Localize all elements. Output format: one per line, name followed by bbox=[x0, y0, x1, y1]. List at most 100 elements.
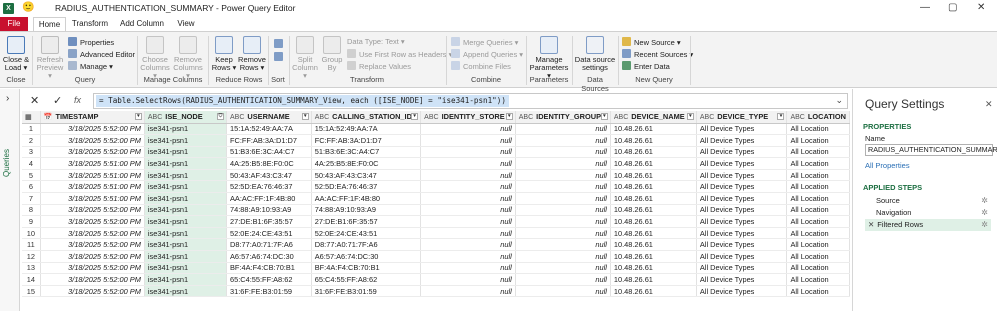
table-row[interactable]: 14 3/18/2025 5:52:00 PM ise341-psn1 65:C4:5… bbox=[22, 273, 850, 286]
cell-username[interactable]: 51:B3:6E:3C:A4:C7 bbox=[226, 146, 312, 159]
cell-timestamp[interactable]: 3/18/2025 5:52:00 PM bbox=[40, 123, 145, 136]
properties-section-header[interactable]: PROPERTIES bbox=[863, 122, 911, 131]
cell-identity-group[interactable]: null bbox=[515, 238, 611, 252]
column-filter-dropdown-icon[interactable]: ▾ bbox=[411, 113, 419, 120]
cell-device-type[interactable]: All Device Types bbox=[696, 238, 788, 252]
row-number[interactable]: 6 bbox=[22, 180, 41, 194]
cell-location[interactable]: All Location bbox=[786, 262, 850, 275]
cell-timestamp[interactable]: 3/18/2025 5:52:00 PM bbox=[40, 227, 145, 240]
row-number[interactable]: 7 bbox=[22, 192, 41, 205]
cell-location[interactable]: All Location bbox=[786, 123, 850, 136]
cell-identity-group[interactable]: null bbox=[515, 227, 611, 240]
table-row[interactable]: 7 3/18/2025 5:51:00 PM ise341-psn1 AA:AC:FF… bbox=[22, 192, 850, 205]
step-settings-gear-icon[interactable]: ✲ bbox=[981, 219, 988, 231]
cell-username[interactable]: A6:57:A6:74:DC:30 bbox=[226, 250, 312, 263]
column-filter-dropdown-icon[interactable]: ▾ bbox=[777, 113, 785, 120]
cell-username[interactable]: 4A:25:B5:8E:F0:0C bbox=[226, 157, 312, 170]
merge-queries-button[interactable]: Merge Queries ▾ bbox=[451, 37, 518, 48]
cell-device-type[interactable]: All Device Types bbox=[696, 123, 788, 136]
cell-username[interactable]: AA:AC:FF:1F:4B:80 bbox=[226, 192, 312, 205]
cell-location[interactable]: All Location bbox=[786, 227, 850, 240]
table-row[interactable]: 15 3/18/2025 5:52:00 PM ise341-psn1 31:6F:F… bbox=[22, 285, 850, 298]
all-properties-link[interactable]: All Properties bbox=[865, 161, 910, 170]
cell-username[interactable]: 52:5D:EA:76:46:37 bbox=[226, 180, 312, 194]
cell-device-name[interactable]: 10.48.26.61 bbox=[610, 215, 697, 228]
cell-ise-node[interactable]: ise341-psn1 bbox=[144, 285, 228, 298]
row-number[interactable]: 13 bbox=[22, 262, 41, 275]
manage-button[interactable]: Manage ▾ bbox=[68, 61, 113, 72]
table-row[interactable]: 11 3/18/2025 5:52:00 PM ise341-psn1 D8:77:A… bbox=[22, 238, 850, 252]
cell-identity-store[interactable]: null bbox=[420, 123, 516, 136]
column-header-ise-node[interactable]: ABC ISE_NODE ⛉ bbox=[144, 111, 228, 124]
cell-identity-store[interactable]: null bbox=[420, 134, 516, 147]
cell-identity-group[interactable]: null bbox=[515, 192, 611, 205]
maximize-button[interactable]: ▢ bbox=[948, 2, 957, 14]
cell-ise-node[interactable]: ise341-psn1 bbox=[144, 273, 228, 286]
combine-files-button[interactable]: Combine Files bbox=[451, 61, 511, 72]
tab-file[interactable]: File bbox=[0, 17, 28, 31]
table-row[interactable]: 2 3/18/2025 5:52:00 PM ise341-psn1 FC:FF:AB… bbox=[22, 134, 850, 147]
remove-rows-button[interactable]: Remove Rows ▾ bbox=[238, 36, 266, 72]
column-header-identity-group[interactable]: ABC IDENTITY_GROUP ▾ bbox=[515, 111, 611, 124]
cell-device-type[interactable]: All Device Types bbox=[696, 227, 788, 240]
advanced-editor-button[interactable]: Advanced Editor bbox=[68, 49, 135, 60]
column-header-timestamp[interactable]: 📅 TIMESTAMP ▾ bbox=[40, 111, 145, 124]
cell-location[interactable]: All Location bbox=[786, 215, 850, 228]
text-type-icon[interactable]: ABC bbox=[700, 114, 714, 121]
minimize-button[interactable]: — bbox=[920, 2, 930, 14]
choose-columns-button[interactable]: Choose Columns ▾ bbox=[140, 36, 170, 80]
column-header-device-name[interactable]: ABC DEVICE_NAME ▾ bbox=[610, 111, 697, 124]
cell-device-type[interactable]: All Device Types bbox=[696, 134, 788, 147]
formula-text[interactable]: = Table.SelectRows(RADIUS_AUTHENTICATION… bbox=[96, 95, 509, 107]
new-source-button[interactable]: New Source ▾ bbox=[622, 37, 681, 48]
cell-identity-group[interactable]: null bbox=[515, 180, 611, 194]
cell-username[interactable]: 52:0E:24:CE:43:51 bbox=[226, 227, 312, 240]
cell-device-type[interactable]: All Device Types bbox=[696, 285, 788, 298]
split-column-button[interactable]: Split Column ▾ bbox=[292, 36, 318, 80]
cell-device-type[interactable]: All Device Types bbox=[696, 157, 788, 170]
queries-pane-label[interactable]: Queries bbox=[2, 149, 11, 177]
table-row[interactable]: 6 3/18/2025 5:51:00 PM ise341-psn1 52:5D:EA… bbox=[22, 180, 850, 194]
cell-device-type[interactable]: All Device Types bbox=[696, 146, 788, 159]
text-type-icon[interactable]: ABC bbox=[424, 114, 438, 121]
feedback-smiley-icon[interactable]: 🙂 bbox=[22, 2, 34, 14]
cell-calling-station-id[interactable]: 51:B3:6E:3C:A4:C7 bbox=[311, 146, 422, 159]
row-number[interactable]: 1 bbox=[22, 123, 41, 136]
column-filter-dropdown-icon[interactable]: ▾ bbox=[600, 113, 608, 120]
cell-username[interactable]: FC:FF:AB:3A:D1:D7 bbox=[226, 134, 312, 147]
cell-device-name[interactable]: 10.48.26.61 bbox=[610, 262, 697, 275]
cell-device-type[interactable]: All Device Types bbox=[696, 204, 788, 217]
cell-location[interactable]: All Location bbox=[786, 146, 850, 159]
cell-calling-station-id[interactable]: 74:88:A9:10:93:A9 bbox=[311, 204, 422, 217]
cell-device-type[interactable]: All Device Types bbox=[696, 180, 788, 194]
column-header-identity-store[interactable]: ABC IDENTITY_STORE ▾ bbox=[420, 111, 516, 124]
column-header-device-type[interactable]: ABC DEVICE_TYPE ▾ bbox=[696, 111, 788, 124]
text-type-icon[interactable]: ABC bbox=[230, 114, 244, 121]
tab-view[interactable]: View bbox=[172, 17, 200, 31]
cell-ise-node[interactable]: ise341-psn1 bbox=[144, 250, 228, 263]
cell-location[interactable]: All Location bbox=[786, 285, 850, 298]
cell-device-name[interactable]: 10.48.26.61 bbox=[610, 146, 697, 159]
close-window-button[interactable]: ✕ bbox=[977, 2, 985, 14]
cell-calling-station-id[interactable]: 4A:25:B5:8E:F0:0C bbox=[311, 157, 422, 170]
cell-location[interactable]: All Location bbox=[786, 238, 850, 252]
text-type-icon[interactable]: ABC bbox=[315, 114, 329, 121]
row-number[interactable]: 12 bbox=[22, 250, 41, 263]
cell-device-name[interactable]: 10.48.26.61 bbox=[610, 204, 697, 217]
use-first-row-headers-button[interactable]: Use First Row as Headers ▾ bbox=[347, 49, 452, 60]
table-row[interactable]: 8 3/18/2025 5:52:00 PM ise341-psn1 74:88:A9… bbox=[22, 204, 850, 217]
cell-ise-node[interactable]: ise341-psn1 bbox=[144, 123, 228, 136]
properties-button[interactable]: Properties bbox=[68, 37, 114, 48]
cell-ise-node[interactable]: ise341-psn1 bbox=[144, 157, 228, 170]
cell-device-name[interactable]: 10.48.26.61 bbox=[610, 273, 697, 286]
cell-identity-store[interactable]: null bbox=[420, 180, 516, 194]
remove-columns-button[interactable]: Remove Columns ▾ bbox=[172, 36, 204, 80]
cell-device-type[interactable]: All Device Types bbox=[696, 192, 788, 205]
cell-calling-station-id[interactable]: 31:6F:FE:B3:01:59 bbox=[311, 285, 422, 298]
cell-ise-node[interactable]: ise341-psn1 bbox=[144, 146, 228, 159]
cell-location[interactable]: All Location bbox=[786, 134, 850, 147]
cell-identity-group[interactable]: null bbox=[515, 134, 611, 147]
table-row[interactable]: 13 3/18/2025 5:52:00 PM ise341-psn1 BF:4A:F… bbox=[22, 262, 850, 275]
column-filter-dropdown-icon[interactable]: ▾ bbox=[686, 113, 694, 120]
delete-step-icon[interactable]: ✕ bbox=[868, 220, 874, 229]
